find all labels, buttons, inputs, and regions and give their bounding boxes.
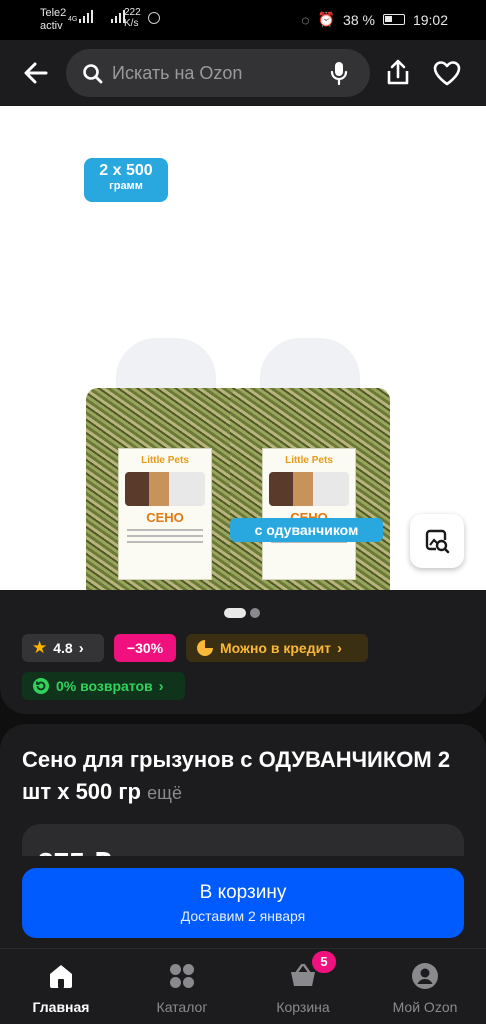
favorite-button[interactable] bbox=[432, 60, 462, 91]
bag-label: Little Pets СЕНО bbox=[118, 448, 212, 580]
product-title-text: Сено для грызунов с ОДУВАНЧИКОМ 2 шт х 5… bbox=[22, 747, 451, 804]
sync-icon bbox=[148, 12, 160, 24]
bag-brand: Little Pets bbox=[141, 455, 189, 466]
credit-label: Можно в кредит bbox=[220, 640, 332, 656]
variant-badge: с одуванчиком bbox=[230, 518, 383, 542]
label-line bbox=[127, 541, 203, 543]
image-search-icon bbox=[425, 529, 450, 554]
share-icon bbox=[387, 59, 409, 85]
chevron-right-icon: › bbox=[158, 677, 164, 695]
credit-icon bbox=[197, 640, 213, 656]
tab-home-label: Главная bbox=[32, 999, 90, 1015]
weight-badge-top: 2 x 500 bbox=[99, 162, 153, 179]
status-bar: Tele2 activ 4G 222 K/s ◌ ⏰ 38 % 19:02 bbox=[0, 0, 486, 40]
signal-icon: 4G bbox=[68, 9, 126, 23]
search-icon bbox=[83, 64, 103, 84]
add-to-cart-label: В корзину bbox=[199, 882, 287, 903]
add-to-cart-button[interactable]: В корзину Доставим 2 января bbox=[22, 868, 464, 938]
profile-icon bbox=[412, 963, 438, 989]
product-image-bag-left: Little Pets СЕНО bbox=[86, 338, 246, 590]
animals-picture bbox=[125, 472, 205, 506]
battery-icon bbox=[382, 14, 405, 25]
tab-catalog-label: Каталог bbox=[156, 999, 208, 1015]
tab-profile-label: Мой Ozon bbox=[392, 999, 458, 1015]
visual-search-button[interactable] bbox=[410, 514, 464, 568]
label-line bbox=[127, 535, 203, 537]
weight-badge: 2 x 500 грамм bbox=[84, 158, 168, 202]
rating-value: 4.8 bbox=[53, 640, 73, 656]
chevron-right-icon: › bbox=[78, 639, 84, 657]
bottom-navigation: Главная Каталог 5 Корзина Мой Ozon bbox=[0, 948, 486, 1024]
tab-catalog[interactable]: Каталог bbox=[132, 961, 232, 1015]
bag-product: СЕНО bbox=[146, 510, 184, 525]
alarm-icon: ⏰ bbox=[317, 11, 336, 27]
speed-value: 222 bbox=[124, 7, 141, 18]
network-type: 4G bbox=[68, 16, 78, 23]
returns-chip[interactable]: 0% возвратов › bbox=[22, 672, 185, 700]
arrow-left-icon bbox=[24, 62, 48, 84]
search-placeholder: Искать на Ozon bbox=[112, 63, 243, 83]
star-icon: ★ bbox=[32, 638, 48, 657]
battery-percent: 38 % bbox=[343, 11, 375, 28]
speed-unit: K/s bbox=[124, 18, 139, 29]
heart-icon bbox=[433, 61, 461, 86]
product-page: Tele2 activ 4G 222 K/s ◌ ⏰ 38 % 19:02 Ис… bbox=[0, 0, 486, 1024]
product-badges: ★ 4.8 › −30% Можно в кредит › 0% возврат… bbox=[0, 590, 486, 714]
pagination-dot-active[interactable] bbox=[224, 608, 246, 618]
home-icon bbox=[50, 965, 72, 988]
gallery-pagination[interactable] bbox=[224, 608, 260, 618]
return-icon bbox=[33, 678, 49, 694]
tab-profile[interactable]: Мой Ozon bbox=[375, 961, 475, 1015]
bag-brand: Little Pets bbox=[285, 455, 333, 466]
eye-off-icon: ◌ bbox=[301, 11, 310, 28]
chevron-right-icon: › bbox=[337, 639, 343, 657]
search-input[interactable]: Искать на Ozon bbox=[66, 49, 370, 97]
status-right: ◌ ⏰ 38 % 19:02 bbox=[301, 11, 448, 28]
carrier-name: Tele2 bbox=[40, 7, 67, 19]
app-header: Искать на Ozon bbox=[0, 40, 486, 106]
clock: 19:02 bbox=[412, 11, 448, 28]
weight-badge-bottom: грамм bbox=[109, 180, 143, 192]
network-speed: 222 K/s bbox=[124, 7, 141, 29]
rating-chip[interactable]: ★ 4.8 › bbox=[22, 634, 104, 662]
product-title: Сено для грызунов с ОДУВАНЧИКОМ 2 шт х 5… bbox=[22, 744, 472, 809]
cart-bar: В корзину Доставим 2 января bbox=[0, 856, 486, 948]
carrier-sub: activ bbox=[40, 20, 63, 32]
tab-cart[interactable]: 5 Корзина bbox=[253, 951, 353, 1015]
credit-chip[interactable]: Можно в кредит › bbox=[186, 634, 368, 662]
product-image-bag-right: Little Pets СЕНО bbox=[230, 338, 390, 590]
label-line bbox=[127, 529, 203, 531]
tab-home[interactable]: Главная bbox=[11, 961, 111, 1015]
tab-cart-label: Корзина bbox=[276, 999, 330, 1015]
delivery-date: Доставим 2 января bbox=[180, 908, 306, 924]
back-button[interactable] bbox=[20, 57, 54, 89]
carrier-info: Tele2 activ bbox=[40, 7, 66, 33]
bag-label: Little Pets СЕНО bbox=[262, 448, 356, 580]
catalog-icon bbox=[170, 964, 194, 988]
share-button[interactable] bbox=[384, 58, 412, 93]
returns-label: 0% возвратов bbox=[56, 678, 153, 694]
microphone-icon[interactable] bbox=[330, 61, 348, 87]
pagination-dot[interactable] bbox=[250, 608, 260, 618]
animals-picture bbox=[269, 472, 349, 506]
title-more-link[interactable]: ещё bbox=[147, 783, 182, 803]
discount-badge: −30% bbox=[114, 634, 176, 662]
cart-count-badge: 5 bbox=[312, 951, 336, 973]
cart-icon-wrap: 5 bbox=[288, 951, 336, 991]
